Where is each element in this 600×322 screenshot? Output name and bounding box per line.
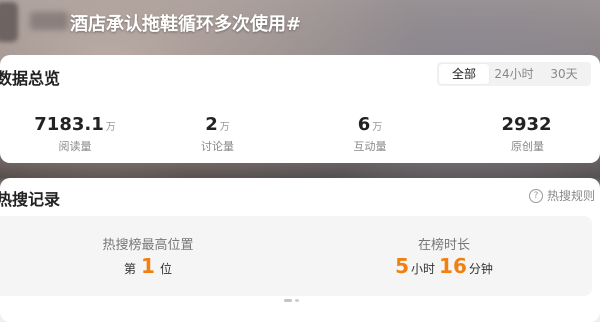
hot-search-rules-link[interactable]: ? 热搜规则	[528, 187, 595, 204]
rules-label: 热搜规则	[546, 189, 595, 203]
stat-value: 2932	[501, 114, 552, 135]
duration-hours: 5	[395, 254, 410, 278]
blurred-hashtag-prefix	[30, 12, 68, 30]
stat-unit: 万	[219, 122, 230, 133]
stat-unit: 万	[105, 122, 116, 133]
peak-rank: 1	[141, 254, 155, 278]
stat-interactions: 6万 互动量	[285, 113, 455, 153]
tab-24-hours[interactable]: 24小时	[489, 64, 539, 84]
time-range-tabs: 全部 24小时 30天	[437, 62, 591, 86]
peak-position-value-line: 第1位	[0, 254, 296, 278]
minutes-unit: 分钟	[468, 262, 493, 276]
question-circle-icon: ?	[528, 188, 543, 203]
duration-value-line: 5 小时 16 分钟	[296, 254, 592, 278]
stat-label: 阅读量	[58, 140, 92, 153]
stats-row: 7183.1 万 阅读量 2万 讨论量 6万 互动量 2932 原创量	[0, 113, 600, 153]
peak-suffix: 位	[159, 262, 172, 276]
tab-all[interactable]: 全部	[439, 64, 489, 84]
hot-search-record-card: 热搜记录 ? 热搜规则 热搜榜最高位置 第1位 在榜时长 5 小时 16 分钟	[0, 178, 600, 322]
stat-label: 互动量	[353, 140, 387, 153]
tab-30-days[interactable]: 30天	[539, 64, 589, 84]
carousel-dot-active	[284, 299, 292, 302]
stat-unit: 万	[372, 122, 383, 133]
peak-prefix: 第	[124, 262, 137, 276]
stat-label: 讨论量	[201, 140, 234, 153]
blurred-avatar	[0, 2, 18, 42]
hours-unit: 小时	[411, 262, 436, 276]
hot-record-title: 热搜记录	[0, 190, 61, 209]
stat-value: 2	[205, 114, 218, 135]
peak-position-label: 热搜榜最高位置	[102, 238, 194, 253]
stat-discussions: 2万 讨论量	[150, 113, 285, 153]
stat-label: 原创量	[511, 140, 544, 153]
carousel-dot	[295, 299, 299, 302]
topic-header: 酒店承认拖鞋循环多次使用#	[0, 0, 600, 48]
stat-originals: 2932 原创量	[455, 113, 600, 153]
overview-title: 数据总览	[0, 69, 61, 88]
carousel-indicator	[284, 299, 299, 302]
stat-reads: 7183.1 万 阅读量	[0, 113, 150, 153]
duration-minutes: 16	[439, 254, 467, 278]
data-overview-card: 数据总览 全部 24小时 30天 7183.1 万 阅读量 2万 讨论量 6万 互…	[0, 55, 600, 163]
stat-value: 6	[357, 114, 371, 135]
duration-label: 在榜时长	[417, 238, 470, 253]
topic-title: 酒店承认拖鞋循环多次使用#	[70, 14, 302, 35]
hot-record-panel: 热搜榜最高位置 第1位 在榜时长 5 小时 16 分钟	[0, 216, 592, 296]
stat-value: 7183.1	[34, 114, 104, 135]
